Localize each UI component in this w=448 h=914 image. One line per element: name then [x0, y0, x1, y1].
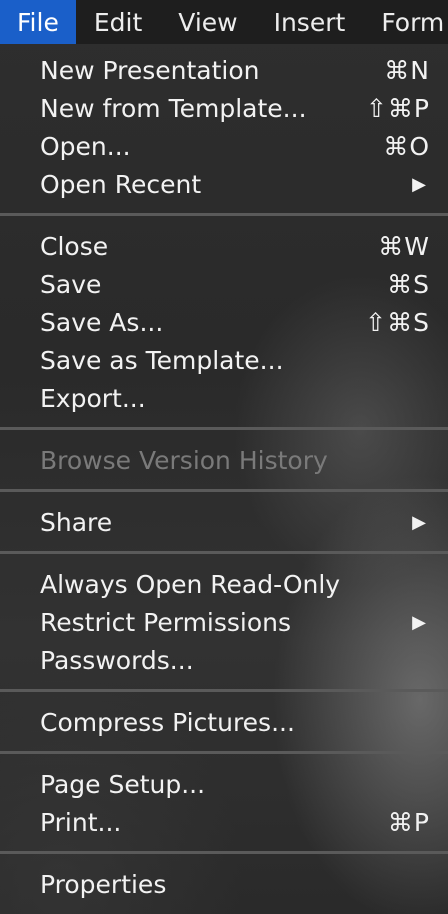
menu-item-label: Page Setup... — [40, 769, 206, 799]
menu-item-print[interactable]: Print... ⌘P — [0, 803, 448, 841]
menu-item-label: Properties — [40, 869, 167, 899]
menu-item-label: Always Open Read-Only — [40, 569, 341, 599]
menu-item-passwords[interactable]: Passwords... — [0, 641, 448, 679]
menu-item-label: Print... — [40, 807, 122, 837]
menu-item-label: Close — [40, 231, 109, 261]
menu-bar: File Edit View Insert Form — [0, 0, 448, 44]
menu-item-open-recent[interactable]: Open Recent ▶ — [0, 165, 448, 203]
menu-item-label: Browse Version History — [40, 445, 328, 475]
menu-item-save-as-template[interactable]: Save as Template... — [0, 341, 448, 379]
shortcut-label: ⇧⌘S — [365, 307, 430, 337]
menu-item-export[interactable]: Export... — [0, 379, 448, 417]
menu-separator — [0, 551, 448, 554]
menu-separator — [0, 213, 448, 216]
menu-item-label: Open... — [40, 131, 131, 161]
menu-separator — [0, 489, 448, 492]
menu-item-label: Save as Template... — [40, 345, 284, 375]
shortcut-label: ⌘O — [383, 131, 430, 161]
menu-separator — [0, 689, 448, 692]
menu-item-label: Open Recent — [40, 169, 202, 199]
menu-item-label: Export... — [40, 383, 146, 413]
menubar-edit[interactable]: Edit — [76, 0, 160, 44]
menu-item-new-presentation[interactable]: New Presentation ⌘N — [0, 51, 448, 89]
shortcut-label: ⇧⌘P — [365, 93, 430, 123]
menu-item-label: Share — [40, 507, 113, 537]
menubar-view[interactable]: View — [160, 0, 255, 44]
shortcut-label: ⌘S — [387, 269, 430, 299]
menu-item-close[interactable]: Close ⌘W — [0, 227, 448, 265]
menu-item-always-open-read-only[interactable]: Always Open Read-Only — [0, 565, 448, 603]
menu-item-label: Save — [40, 269, 102, 299]
menu-item-open[interactable]: Open... ⌘O — [0, 127, 448, 165]
menu-item-share[interactable]: Share ▶ — [0, 503, 448, 541]
menu-item-compress-pictures[interactable]: Compress Pictures... — [0, 703, 448, 741]
menu-item-new-from-template[interactable]: New from Template... ⇧⌘P — [0, 89, 448, 127]
menu-item-label: Passwords... — [40, 645, 194, 675]
shortcut-label: ⌘W — [378, 231, 430, 261]
menu-item-save[interactable]: Save ⌘S — [0, 265, 448, 303]
menu-item-label: Restrict Permissions — [40, 607, 292, 637]
menu-item-label: New Presentation — [40, 55, 260, 85]
screen: File Edit View Insert Form New Presentat… — [0, 0, 448, 914]
submenu-arrow-icon: ▶ — [412, 611, 426, 633]
menu-item-browse-version-history: Browse Version History — [0, 441, 448, 479]
menu-item-label: Save As... — [40, 307, 164, 337]
menu-separator — [0, 427, 448, 430]
menu-separator — [0, 851, 448, 854]
submenu-arrow-icon: ▶ — [412, 173, 426, 195]
menu-item-save-as[interactable]: Save As... ⇧⌘S — [0, 303, 448, 341]
file-menu: New Presentation ⌘N New from Template...… — [0, 44, 448, 914]
menubar-file[interactable]: File — [0, 0, 76, 44]
menu-item-label: Compress Pictures... — [40, 707, 295, 737]
menu-separator — [0, 751, 448, 754]
menu-item-label: New from Template... — [40, 93, 307, 123]
menu-item-restrict-permissions[interactable]: Restrict Permissions ▶ — [0, 603, 448, 641]
shortcut-label: ⌘N — [384, 55, 430, 85]
submenu-arrow-icon: ▶ — [412, 511, 426, 533]
menubar-insert[interactable]: Insert — [256, 0, 364, 44]
menubar-format[interactable]: Form — [363, 0, 448, 44]
shortcut-label: ⌘P — [387, 807, 430, 837]
menu-item-page-setup[interactable]: Page Setup... — [0, 765, 448, 803]
menu-item-properties[interactable]: Properties — [0, 865, 448, 903]
